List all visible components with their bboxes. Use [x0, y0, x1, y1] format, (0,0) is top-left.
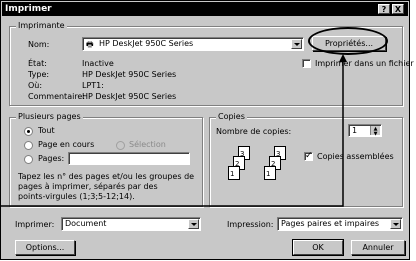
type-label: Type:: [28, 70, 50, 79]
pages-group: Plusieurs pages Tout Page en cours Sélec…: [9, 112, 203, 207]
collate-stack-left: 3 2 1: [224, 146, 258, 182]
printer-name-select[interactable]: 🖶 HP DeskJet 950C Series: [82, 37, 304, 51]
printer-icon: 🖶: [86, 40, 94, 49]
print-what-value: Document: [65, 219, 107, 228]
pages-input[interactable]: [68, 152, 190, 165]
printer-group-legend: Imprimante: [16, 21, 67, 31]
pages-help-line-2: pages à imprimer, séparés par des: [18, 182, 158, 191]
collate-label: Copies assemblées: [317, 152, 394, 161]
printer-name-value: HP DeskJet 950C Series: [99, 39, 194, 48]
page-icon: 1: [228, 166, 240, 180]
comment-value: HP DeskJet 950C Series: [82, 92, 177, 101]
options-button[interactable]: Options...: [15, 240, 75, 255]
page-icon: 1: [264, 166, 276, 180]
printing-label: Impression:: [227, 220, 274, 229]
chevron-down-icon[interactable]: [291, 39, 302, 49]
print-to-file-checkbox[interactable]: [302, 59, 311, 68]
dialog-title: Imprimer: [5, 4, 52, 14]
radio-selection-label: Sélection: [129, 140, 166, 149]
radio-pages-label: Pages:: [38, 154, 65, 163]
options-button-label: Options...: [25, 243, 65, 252]
status-label: État:: [28, 59, 47, 68]
copies-count-value: 1: [352, 126, 358, 135]
radio-pages[interactable]: [24, 155, 33, 164]
copies-count-input[interactable]: 1 ▲ ▼: [348, 124, 382, 137]
close-button[interactable]: X: [392, 4, 404, 14]
pages-group-legend: Plusieurs pages: [16, 112, 83, 122]
print-to-file-label: Imprimer dans un fichier: [315, 59, 414, 68]
chevron-down-icon[interactable]: [390, 219, 401, 229]
chevron-down-icon[interactable]: [188, 219, 199, 229]
radio-all[interactable]: [24, 127, 33, 136]
printing-value: Pages paires et impaires: [281, 219, 380, 228]
pages-help-line-1: Tapez les n° des pages et/ou les groupes…: [18, 172, 195, 181]
radio-selection[interactable]: [116, 141, 125, 150]
collate-checkbox[interactable]: [304, 151, 313, 161]
radio-all-label: Tout: [38, 126, 55, 135]
radio-current-page[interactable]: [24, 141, 33, 150]
cancel-button-label: Annuler: [362, 243, 394, 252]
copies-group: Copies Nombre de copies: 1 ▲ ▼ 3 2 1 3 2…: [209, 112, 403, 207]
spin-down-icon[interactable]: ▼: [371, 131, 380, 136]
where-label: Où:: [28, 81, 43, 90]
type-value: HP DeskJet 950C Series: [82, 70, 177, 79]
title-bar: Imprimer ? X: [2, 2, 408, 16]
comment-label: Commentaire:: [28, 92, 86, 101]
help-button[interactable]: ?: [378, 4, 390, 14]
printing-select[interactable]: Pages paires et impaires: [277, 217, 403, 231]
collate-stack-right: 3 2 1: [260, 146, 294, 182]
printer-name-label: Nom:: [28, 40, 50, 49]
copies-group-legend: Copies: [216, 112, 247, 122]
where-value: LPT1:: [82, 81, 104, 90]
pages-help-line-3: points-virgules (1;3;5-12;14).: [18, 192, 135, 201]
status-value: Inactive: [82, 59, 114, 68]
copies-spinner[interactable]: ▲ ▼: [370, 126, 380, 136]
cancel-button[interactable]: Annuler: [351, 240, 405, 255]
print-what-label: Imprimer:: [15, 220, 55, 229]
ok-button[interactable]: OK: [292, 239, 344, 256]
copies-count-label: Nombre de copies:: [216, 127, 292, 136]
properties-callout-ellipse: [308, 27, 388, 55]
ok-button-label: OK: [312, 243, 324, 252]
radio-current-page-label: Page en cours: [38, 140, 95, 149]
print-what-select[interactable]: Document: [61, 217, 201, 231]
